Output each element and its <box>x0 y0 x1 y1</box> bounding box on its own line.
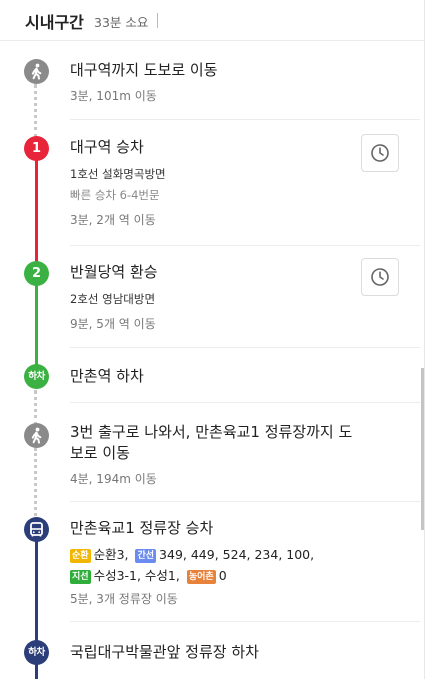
walking-person-icon <box>24 423 49 448</box>
badge-ganseon: 간선 <box>135 549 157 563</box>
step-title: 대구역 승차 <box>70 138 144 156</box>
quick-board-info: 빠른 승차 6-4번문 <box>70 188 160 202</box>
timetable-button[interactable] <box>361 134 399 172</box>
step-title: 만촌육교1 정류장 승차 <box>70 519 214 537</box>
section-title: 시내구간 <box>25 13 84 32</box>
step-meta: 3분, 101m 이동 <box>70 89 157 103</box>
route-detail-panel: 시내구간 33분 소요 대구역까지 도보로 이동 3분, 101m 이동 1 대… <box>0 0 425 679</box>
badge-sunhwan: 순환 <box>70 549 91 563</box>
divider <box>70 119 420 120</box>
line-direction: 2호선 영남대방면 <box>70 292 156 306</box>
divider <box>70 402 420 403</box>
step-meta: 3분, 2개 역 이동 <box>70 213 156 227</box>
divider <box>70 621 420 622</box>
step-title: 만촌역 하차 <box>70 367 144 385</box>
timetable-button[interactable] <box>361 258 399 296</box>
step-title-line2: 보로 이동 <box>70 444 130 462</box>
step-title: 국립대구박물관앞 정류장 하차 <box>70 643 259 661</box>
bus-route-link[interactable]: 수성3-1, 수성1, <box>94 568 180 583</box>
route-section-header: 시내구간 33분 소요 <box>0 0 424 41</box>
line-direction: 1호선 설화명곡방면 <box>70 167 166 181</box>
step-meta: 9분, 5개 역 이동 <box>70 317 156 331</box>
walking-person-icon <box>24 59 49 84</box>
alight-marker: 하차 <box>24 364 49 389</box>
step-title: 대구역까지 도보로 이동 <box>70 61 218 79</box>
walk-dotted-line <box>34 84 37 138</box>
walk-dotted-line <box>34 390 37 426</box>
step-title: 반월당역 환승 <box>70 263 158 281</box>
clock-icon <box>371 268 389 286</box>
step-title-line1: 3번 출구로 나와서, 만촌육교1 정류장까지 도 <box>70 423 353 441</box>
divider <box>70 347 420 348</box>
step-meta: 5분, 3개 정류장 이동 <box>70 592 178 606</box>
text-cursor <box>157 13 158 28</box>
line2-marker: 2 <box>24 261 49 286</box>
divider <box>70 501 420 502</box>
bus-routes-row: 지선 수성3-1, 수성1, 농어촌 0 <box>70 565 230 584</box>
bus-route-link[interactable]: 순환3, <box>94 547 129 562</box>
bus-icon <box>24 517 49 542</box>
line1-segment <box>35 160 38 262</box>
scrollbar-thumb[interactable] <box>421 368 424 530</box>
line1-marker: 1 <box>24 136 49 161</box>
badge-jiseon: 지선 <box>70 570 91 584</box>
alight-marker: 하차 <box>24 640 49 665</box>
bus-routes-row: 순환 순환3, 간선 349, 449, 524, 234, 100, <box>70 544 317 563</box>
clock-icon <box>371 144 389 162</box>
bus-route-link[interactable]: 349, 449, 524, 234, 100, <box>159 547 314 562</box>
step-meta: 4분, 194m 이동 <box>70 472 157 486</box>
line2-segment <box>35 285 38 367</box>
section-duration: 33분 소요 <box>94 15 149 30</box>
walk-dotted-line <box>34 448 37 516</box>
bus-segment <box>35 540 38 642</box>
badge-nongeochon: 농어촌 <box>186 570 216 584</box>
bus-route-link[interactable]: 0 <box>219 568 227 583</box>
divider <box>70 245 420 246</box>
